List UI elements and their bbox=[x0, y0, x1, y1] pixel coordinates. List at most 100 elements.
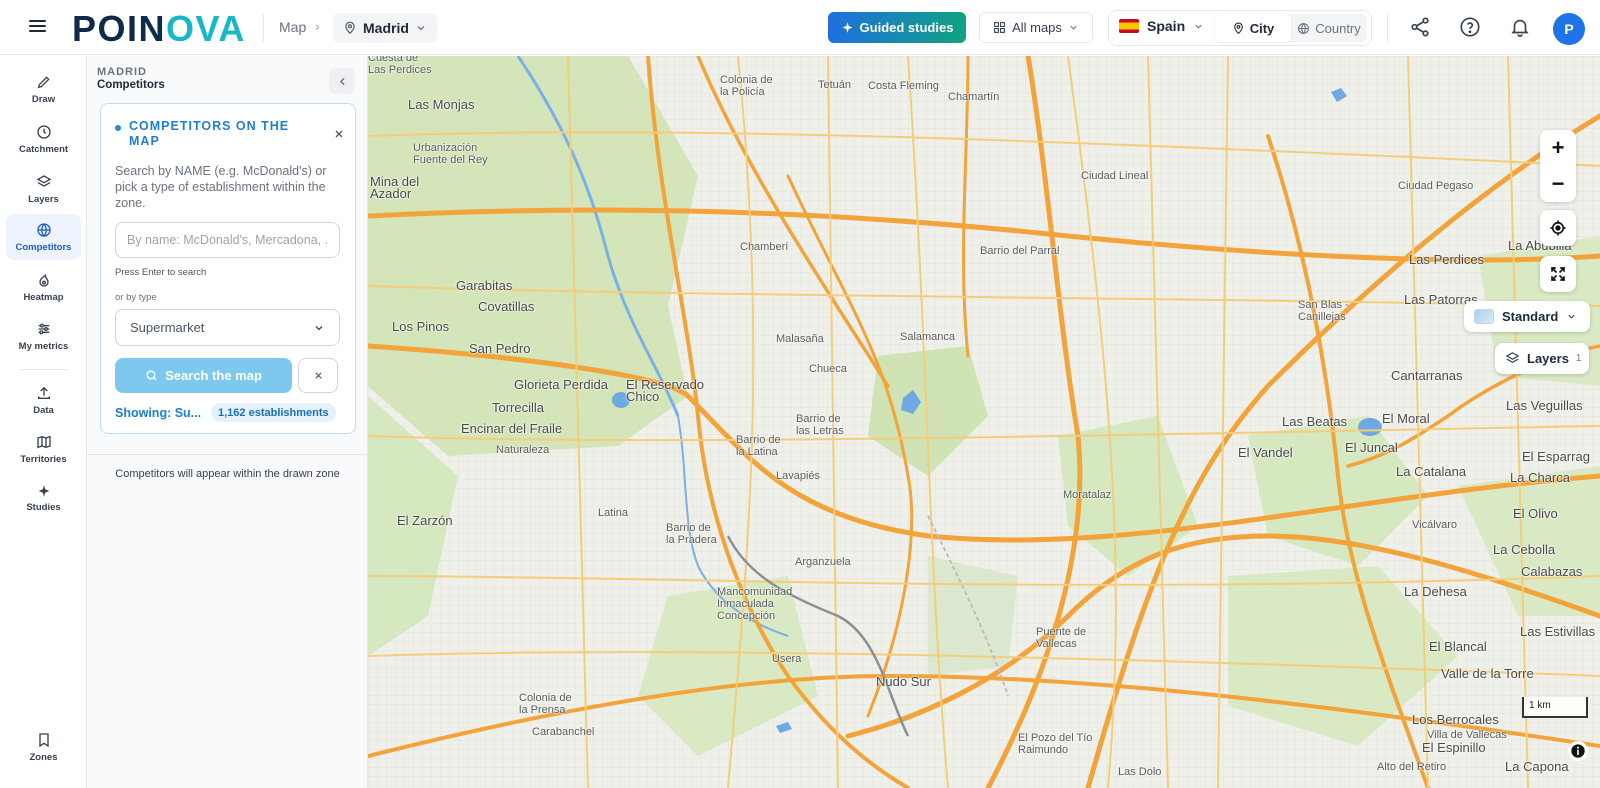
bell-icon[interactable] bbox=[1509, 16, 1531, 38]
map-label: Torrecilla bbox=[492, 400, 545, 415]
clock-icon bbox=[36, 124, 51, 139]
map-label: Las Monjas bbox=[408, 97, 475, 112]
zoom-in-button[interactable]: + bbox=[1540, 130, 1576, 166]
map-label: Valle de la Torre bbox=[1441, 666, 1534, 681]
map-label: Moratalaz bbox=[1063, 489, 1112, 501]
rail-item-territories[interactable]: Territories bbox=[6, 426, 81, 472]
zoom-out-button[interactable]: − bbox=[1540, 166, 1576, 202]
search-map-button[interactable]: Search the map bbox=[115, 358, 292, 393]
zoom-controls: + − bbox=[1540, 130, 1576, 202]
breadcrumb-map[interactable]: Map bbox=[279, 19, 306, 35]
map-label: Salamanca bbox=[900, 331, 956, 343]
sparkle-icon bbox=[38, 484, 49, 497]
guided-studies-button[interactable]: Guided studies bbox=[828, 12, 966, 43]
map-label: Ciudad Lineal bbox=[1081, 170, 1149, 182]
scale-bar: 1 km bbox=[1522, 697, 1588, 718]
avatar[interactable]: P bbox=[1553, 13, 1585, 45]
panel-title: Competitors bbox=[97, 79, 165, 91]
competitors-card: COMPETITORS ON THE MAP Search by NAME (e… bbox=[100, 103, 356, 434]
bookmark-icon bbox=[38, 732, 49, 747]
map-label: Encinar del Fraile bbox=[461, 421, 563, 436]
sliders-icon bbox=[38, 323, 49, 334]
fullscreen-button[interactable] bbox=[1540, 256, 1576, 292]
city-selector[interactable]: Madrid bbox=[333, 13, 437, 43]
grid-icon bbox=[994, 22, 1005, 33]
map-label: Urbanización Fuente del Rey bbox=[413, 142, 488, 166]
map-label: El Olivo bbox=[1513, 506, 1558, 521]
map-label: El Juncal bbox=[1345, 440, 1398, 455]
rail-item-competitors[interactable]: Competitors bbox=[6, 214, 81, 260]
rail-item-catchment[interactable]: Catchment bbox=[6, 116, 81, 162]
map-label: Nudo Sur bbox=[876, 674, 931, 689]
map-label: Usera bbox=[772, 653, 802, 665]
crosshair-icon bbox=[1550, 220, 1566, 236]
header-divider bbox=[1387, 14, 1388, 42]
app-logo[interactable]: POINOVA bbox=[72, 8, 246, 50]
map-label: Chueca bbox=[809, 363, 847, 375]
locate-button[interactable] bbox=[1540, 210, 1576, 246]
sparkle-icon bbox=[842, 22, 852, 33]
map-label: Las Dolo bbox=[1118, 766, 1162, 778]
pencil-icon bbox=[37, 75, 50, 88]
map-label: Covatillas bbox=[478, 299, 535, 314]
card-header: COMPETITORS ON THE MAP bbox=[115, 119, 315, 149]
rail-item-zones[interactable]: Zones bbox=[6, 724, 81, 770]
map-label: Colonia de la Prensa bbox=[519, 692, 572, 716]
establishment-type-select[interactable]: Supermarket bbox=[115, 309, 340, 346]
map-label: La Catalana bbox=[1396, 464, 1467, 479]
chevron-down-icon bbox=[417, 26, 425, 31]
map-label: Mina del Azador bbox=[370, 174, 420, 201]
rail-item-data[interactable]: Data bbox=[6, 377, 81, 423]
country-selector[interactable]: Spain bbox=[1119, 18, 1204, 34]
rail-item-heatmap[interactable]: Heatmap bbox=[6, 264, 81, 310]
basemap-selector[interactable]: Standard bbox=[1464, 301, 1590, 332]
info-icon[interactable] bbox=[1568, 741, 1588, 761]
rail-item-layers[interactable]: Layers bbox=[6, 166, 81, 212]
map-label: Ciudad Pegaso bbox=[1398, 180, 1474, 192]
layers-icon bbox=[1505, 352, 1520, 363]
pin-icon bbox=[1233, 22, 1243, 34]
establishment-count-badge: 1,162 establishments bbox=[211, 403, 336, 422]
map-label: Cantarranas bbox=[1391, 368, 1463, 383]
chevron-down-icon bbox=[1070, 25, 1077, 30]
map-label: Colonia de la Policía bbox=[720, 74, 773, 98]
scope-country-button[interactable]: Country bbox=[1291, 14, 1367, 42]
all-maps-button[interactable]: All maps bbox=[979, 12, 1093, 43]
map-label: Glorieta Perdida bbox=[514, 377, 608, 392]
map-label: Costa Fleming bbox=[868, 80, 939, 92]
help-icon[interactable] bbox=[1459, 16, 1481, 38]
rail-item-studies[interactable]: Studies bbox=[6, 475, 81, 521]
map-label: Mancomunidad Inmaculada Concepción bbox=[717, 586, 793, 622]
map-label: Las Beatas bbox=[1282, 414, 1348, 429]
expand-icon bbox=[1551, 267, 1565, 281]
map-canvas[interactable]: Cuesta de Las Perdices Las Monjas Urbaniz… bbox=[368, 56, 1600, 788]
breadcrumb-separator: › bbox=[315, 18, 320, 34]
collapse-panel-button[interactable] bbox=[329, 68, 355, 94]
search-icon bbox=[146, 370, 157, 381]
map-label: Barrio de la Latina bbox=[736, 434, 781, 458]
map-label: Malasaña bbox=[776, 333, 824, 345]
map-layers-button[interactable]: Layers 1 bbox=[1495, 343, 1589, 374]
left-tool-rail: Draw Catchment Layers Competitors Heatma… bbox=[0, 56, 87, 788]
competitor-name-search-input[interactable] bbox=[115, 222, 340, 258]
map-label: La Charca bbox=[1510, 470, 1570, 485]
close-icon[interactable] bbox=[331, 126, 347, 142]
rail-item-draw[interactable]: Draw bbox=[6, 66, 81, 112]
map-label: Lavapiés bbox=[776, 470, 821, 482]
scope-toggle: City Country bbox=[1215, 14, 1367, 42]
globe-icon bbox=[36, 222, 51, 237]
scope-city-button[interactable]: City bbox=[1215, 14, 1291, 42]
map-icon bbox=[36, 435, 51, 448]
map-label: El Moral bbox=[1382, 411, 1430, 426]
close-icon bbox=[314, 372, 322, 379]
map-label: Alto del Retiro bbox=[1377, 761, 1447, 773]
clear-search-button[interactable] bbox=[298, 358, 338, 393]
chevron-left-icon bbox=[339, 77, 345, 85]
share-icon[interactable] bbox=[1409, 16, 1431, 38]
map-label: La Capona bbox=[1505, 759, 1569, 774]
map-label: Chamberí bbox=[740, 241, 789, 253]
menu-icon[interactable] bbox=[26, 17, 50, 37]
rail-item-my-metrics[interactable]: My metrics bbox=[6, 313, 81, 359]
card-title: COMPETITORS ON THE MAP bbox=[129, 119, 290, 148]
top-header: POINOVA Map › Madrid Guided studies All … bbox=[0, 0, 1600, 55]
